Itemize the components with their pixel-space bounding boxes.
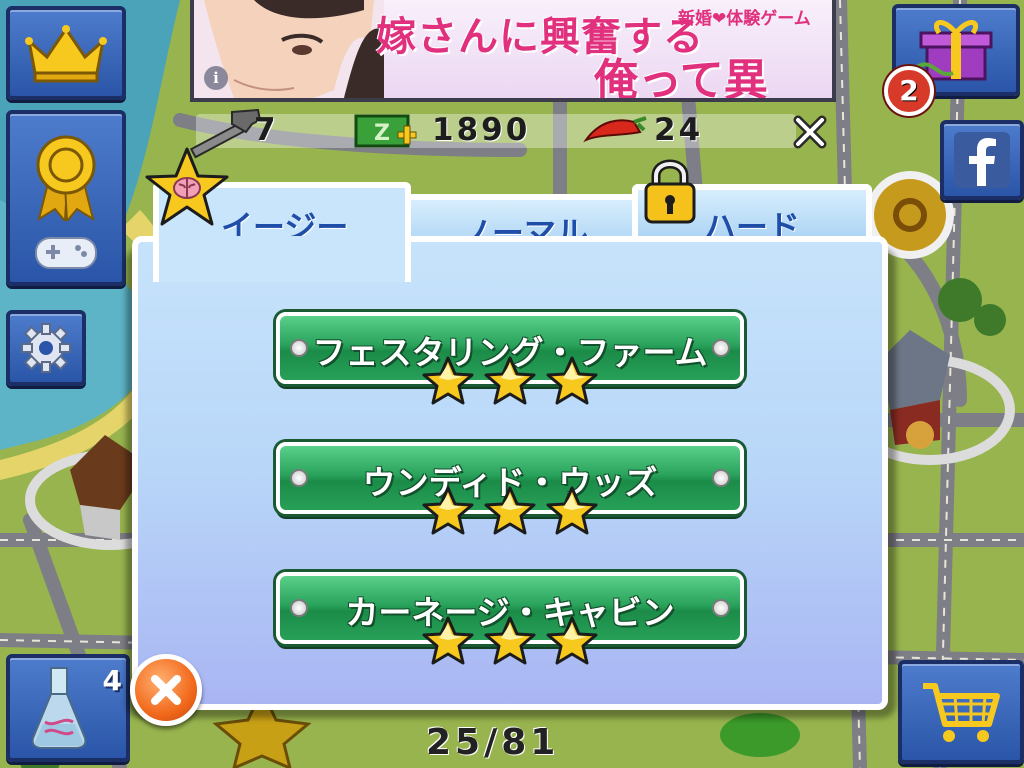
gamepad-icon xyxy=(35,236,97,269)
cash-amount: 1890 xyxy=(432,112,531,148)
facebook-button[interactable] xyxy=(940,120,1024,200)
ad-info-icon[interactable]: i xyxy=(204,66,228,90)
active-tab-joint xyxy=(159,236,405,248)
star-icon xyxy=(484,486,536,535)
svg-text:Z: Z xyxy=(374,121,390,146)
hammer-count: 7 xyxy=(254,112,279,148)
ad-subline: 俺って異常？ xyxy=(594,55,768,102)
star-icon xyxy=(546,356,598,405)
padlock-icon xyxy=(644,159,696,224)
level-stars xyxy=(422,616,602,672)
award-ribbon-icon xyxy=(36,135,96,221)
star-icon xyxy=(484,356,536,405)
star-icon xyxy=(546,616,598,665)
star-icon xyxy=(422,356,474,405)
settings-button[interactable] xyxy=(6,310,86,386)
flask-icon xyxy=(31,667,87,749)
ad-banner[interactable]: 嫁さんに興奮する 新婚❤体験ゲーム 俺って異常？ i xyxy=(190,0,836,102)
gift-count: 2 xyxy=(899,74,919,107)
close-icon xyxy=(151,675,181,705)
cart-icon xyxy=(923,683,1000,742)
gift-count-badge: 2 xyxy=(884,66,934,116)
shop-button[interactable] xyxy=(898,660,1024,764)
level-row[interactable]: カーネージ・キャビン xyxy=(276,572,744,665)
crown-icon xyxy=(25,25,107,83)
level-stars xyxy=(422,486,602,542)
close-button[interactable] xyxy=(130,654,202,726)
resource-close-icon[interactable] xyxy=(790,112,830,152)
chili-pepper-icon xyxy=(583,116,647,143)
star-icon xyxy=(422,486,474,535)
level-row[interactable]: フェスタリング・ファーム xyxy=(276,312,744,405)
level-progress: 25/81 xyxy=(426,722,560,763)
star-brain-icon xyxy=(145,147,229,226)
pepper-count: 24 xyxy=(654,112,704,148)
lab-button[interactable]: 4 xyxy=(6,654,130,762)
level-stars xyxy=(422,356,602,412)
star-icon xyxy=(422,616,474,665)
level-row[interactable]: ウンディド・ウッズ xyxy=(276,442,744,535)
leaderboard-button[interactable] xyxy=(6,6,126,100)
facebook-icon xyxy=(954,132,1010,188)
star-icon xyxy=(546,486,598,535)
star-icon xyxy=(484,616,536,665)
cash-icon: Z xyxy=(354,114,417,148)
ad-tagline: 新婚❤体験ゲーム xyxy=(678,9,811,29)
flask-count: 4 xyxy=(102,664,122,697)
achievements-button[interactable] xyxy=(6,110,126,286)
gear-icon xyxy=(21,323,71,373)
